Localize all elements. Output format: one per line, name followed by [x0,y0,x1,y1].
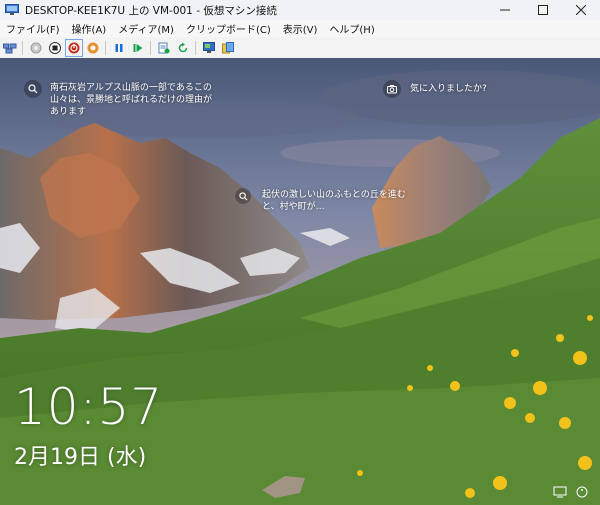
lock-screen-time: 10:57 [14,378,164,436]
like-prompt[interactable]: 気に入りましたか? [410,83,487,95]
share-button[interactable] [220,40,236,56]
maximize-icon [538,5,548,15]
save-icon [87,42,99,53]
toolbar [0,37,600,59]
search-icon [28,84,38,94]
lock-screen-date: 2月19日 (水) [14,445,147,470]
enhanced-session-button[interactable] [201,40,217,56]
toolbar-separator [195,40,196,55]
turn-off-button[interactable] [47,40,63,56]
save-button[interactable] [85,40,101,56]
menu-view[interactable]: 表示(V) [277,21,324,36]
shutdown-icon [68,42,80,53]
revert-button[interactable] [175,40,191,56]
minimize-icon [500,9,510,11]
close-icon [576,5,586,15]
accessibility-icon[interactable] [575,486,589,498]
stop-icon [49,41,61,54]
start-icon [30,42,42,53]
share-icon [222,41,234,53]
title-bar: DESKTOP-KEE1K7U 上の VM-001 - 仮想マシン接続 [0,0,600,20]
window-title: DESKTOP-KEE1K7U 上の VM-001 - 仮想マシン接続 [25,4,277,17]
pause-button[interactable] [111,40,127,56]
maximize-button[interactable] [524,0,562,20]
spotlight-info-button[interactable] [24,80,42,98]
landscape-wallpaper [0,58,600,505]
search-icon [238,191,247,200]
toolbar-separator [22,40,23,55]
checkpoint-button[interactable] [156,40,172,56]
menu-media[interactable]: メディア(M) [112,21,180,36]
ctrl-alt-del-icon [3,43,17,53]
toolbar-separator [105,40,106,55]
close-button[interactable] [562,0,600,20]
menu-action[interactable]: 操作(A) [66,21,113,36]
pause-icon [115,43,123,52]
hotspot-button[interactable] [235,188,251,204]
menu-help[interactable]: ヘルプ(H) [323,21,380,36]
hotspot-description[interactable]: 起伏の激しい山のふもとの丘を進むと、村や町が… [262,189,422,213]
enhanced-session-icon [203,41,215,53]
like-button[interactable] [383,80,401,98]
minimize-button[interactable] [486,0,524,20]
spotlight-description[interactable]: 南石灰岩アルプス山脈の一部であるこの山々は、景勝地と呼ばれるだけの理由があります [50,82,218,118]
start-button[interactable] [28,40,44,56]
toolbar-separator [150,40,151,55]
vm-screen[interactable]: 南石灰岩アルプス山脈の一部であるこの山々は、景勝地と呼ばれるだけの理由があります… [0,58,600,505]
vm-connection-icon [5,4,19,15]
play-icon [133,43,143,52]
menu-bar: ファイル(F) 操作(A) メディア(M) クリップボード(C) 表示(V) ヘ… [0,20,600,37]
shut-down-button[interactable] [65,38,83,57]
resume-button[interactable] [130,40,146,56]
menu-file[interactable]: ファイル(F) [0,21,66,36]
checkpoint-icon [158,42,170,53]
revert-icon [178,42,188,52]
camera-icon [387,85,397,94]
ctrl-alt-del-button[interactable] [2,40,18,56]
menu-clipboard[interactable]: クリップボード(C) [180,21,277,36]
network-icon[interactable] [553,486,567,498]
